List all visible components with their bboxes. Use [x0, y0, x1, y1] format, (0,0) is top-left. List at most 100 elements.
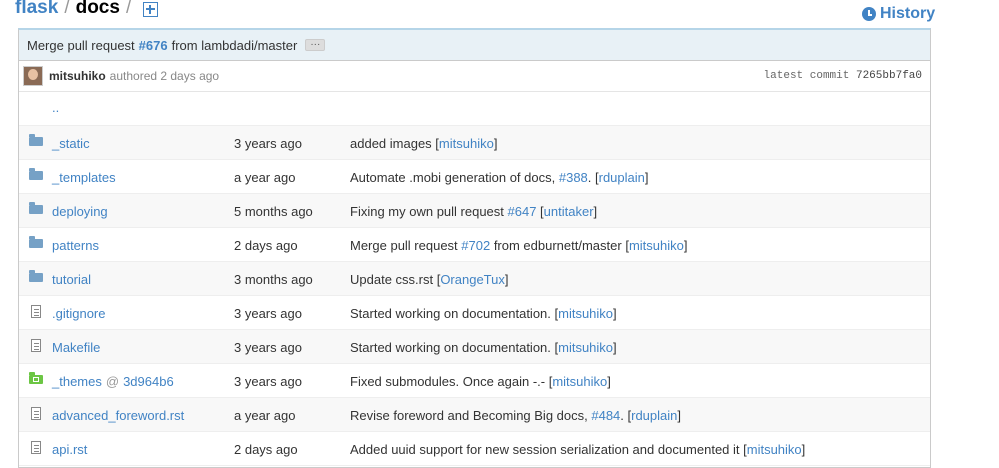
- commit-message-text: ]: [683, 238, 688, 253]
- expand-commit-button[interactable]: ···: [305, 39, 326, 51]
- commit-message-text: from edburnett/master [: [490, 238, 629, 253]
- file-name-link[interactable]: _static: [52, 136, 90, 151]
- file-icon: [31, 305, 41, 318]
- file-name-cell: Makefile: [52, 340, 100, 355]
- new-file-icon[interactable]: [143, 1, 159, 17]
- commit-message: Update css.rst [OrangeTux]: [350, 272, 509, 287]
- author-link[interactable]: rduplain: [631, 408, 677, 423]
- file-name-cell: _static: [52, 136, 90, 151]
- author-link[interactable]: mitsuhiko: [439, 136, 494, 151]
- author-link[interactable]: untitaker: [544, 204, 594, 219]
- issue-link[interactable]: #484: [591, 408, 620, 423]
- commit-message-text: ]: [593, 204, 598, 219]
- author-link[interactable]: mitsuhiko: [629, 238, 684, 253]
- parent-directory-row[interactable]: ..: [19, 92, 930, 126]
- commit-author-link[interactable]: mitsuhiko: [49, 69, 106, 83]
- folder-icon: [29, 168, 43, 180]
- file-row[interactable]: api.rst 2 days ago Added uuid support for …: [19, 432, 930, 466]
- file-row[interactable]: _themes @3d964b6 3 years ago Fixed submodul…: [19, 364, 930, 398]
- commit-message-text: ]: [504, 272, 509, 287]
- file-age: 3 years ago: [234, 374, 302, 389]
- author-link[interactable]: mitsuhiko: [558, 306, 613, 321]
- commit-message-text: . [: [620, 408, 632, 423]
- author-link[interactable]: mitsuhiko: [552, 374, 607, 389]
- file-list: .. _static 3 years ago added images [mitsu…: [19, 92, 930, 466]
- breadcrumb: flask / docs /: [15, 0, 159, 19]
- submodule-at: @: [105, 374, 120, 389]
- topbar: flask / docs / History: [0, 0, 999, 26]
- commit-message-text: ]: [801, 442, 806, 457]
- file-name-link[interactable]: patterns: [52, 238, 99, 253]
- author-link[interactable]: mitsuhiko: [558, 340, 613, 355]
- issue-link[interactable]: #647: [508, 204, 537, 219]
- file-row[interactable]: .gitignore 3 years ago Started working on …: [19, 296, 930, 330]
- commit-message: Started working on documentation. [mitsu…: [350, 306, 617, 321]
- latest-commit-label: latest commit: [763, 70, 850, 82]
- breadcrumb-repo-link[interactable]: flask: [15, 0, 58, 19]
- history-label: History: [880, 5, 936, 22]
- file-name-link[interactable]: .gitignore: [52, 306, 105, 321]
- commit-message: Revise foreword and Becoming Big docs, #…: [350, 408, 681, 423]
- history-button[interactable]: History: [862, 5, 935, 23]
- file-name-link[interactable]: tutorial: [52, 272, 91, 287]
- commit-message-text: [: [536, 204, 544, 219]
- commit-sha-link[interactable]: 7265bb7fa0: [856, 70, 922, 82]
- commit-message-text: Merge pull request: [350, 238, 462, 253]
- file-row[interactable]: patterns 2 days ago Merge pull request #70…: [19, 228, 930, 262]
- commit-message-text: Revise foreword and Becoming Big docs,: [350, 408, 592, 423]
- file-name-cell: advanced_foreword.rst: [52, 408, 184, 423]
- submodule-icon: [29, 372, 43, 384]
- file-name-cell: patterns: [52, 238, 99, 253]
- commit-message: Fixing my own pull request #647 [untitak…: [350, 204, 597, 219]
- commit-message: Automate .mobi generation of docs, #388.…: [350, 170, 649, 185]
- file-row[interactable]: _static 3 years ago added images [mitsuhik…: [19, 126, 930, 160]
- file-name-link[interactable]: deploying: [52, 204, 108, 219]
- file-name-link[interactable]: advanced_foreword.rst: [52, 408, 184, 423]
- file-age: 3 years ago: [234, 340, 302, 355]
- commit-message-text: Added uuid support for new session seria…: [350, 442, 747, 457]
- breadcrumb-current: docs: [75, 0, 120, 18]
- file-name-link[interactable]: _themes: [52, 374, 102, 389]
- issue-link[interactable]: #702: [461, 238, 490, 253]
- file-name-link[interactable]: Makefile: [52, 340, 100, 355]
- commit-message-text: . [: [587, 170, 599, 185]
- commit-message-text: Fixing my own pull request: [350, 204, 508, 219]
- commit-message-suffix: from lambdadi/master: [171, 37, 298, 53]
- file-age: 3 years ago: [234, 306, 302, 321]
- file-browser: Merge pull request #676 from lambdadi/ma…: [18, 28, 931, 468]
- file-name-cell: api.rst: [52, 442, 87, 457]
- submodule-ref-link[interactable]: 3d964b6: [123, 374, 174, 389]
- parent-directory-link[interactable]: ..: [52, 100, 59, 115]
- file-row[interactable]: advanced_foreword.rst a year ago Revise fo…: [19, 398, 930, 432]
- file-name-cell: .gitignore: [52, 306, 105, 321]
- author-link[interactable]: rduplain: [599, 170, 645, 185]
- file-age: 3 years ago: [234, 136, 302, 151]
- author-link[interactable]: OrangeTux: [440, 272, 505, 287]
- commit-message-prefix: Merge pull request: [27, 37, 135, 53]
- file-row[interactable]: Makefile 3 years ago Started working on do…: [19, 330, 930, 364]
- file-icon: [31, 441, 41, 454]
- commit-message-text: ]: [613, 306, 617, 321]
- commit-message: Started working on documentation. [mitsu…: [350, 340, 617, 355]
- commit-pr-link[interactable]: #676: [139, 38, 168, 53]
- author-link[interactable]: mitsuhiko: [747, 442, 802, 457]
- avatar[interactable]: [23, 66, 43, 86]
- commit-meta: mitsuhiko authored 2 days ago latest com…: [19, 61, 930, 92]
- breadcrumb-separator: /: [125, 0, 132, 18]
- commit-message-text: Automate .mobi generation of docs,: [350, 170, 559, 185]
- file-name-link[interactable]: api.rst: [52, 442, 87, 457]
- file-row[interactable]: deploying 5 months ago Fixing my own pull …: [19, 194, 930, 228]
- commit-message-text: added images [: [350, 136, 439, 151]
- file-age: 3 months ago: [234, 272, 313, 287]
- file-icon: [31, 339, 41, 352]
- folder-icon: [29, 270, 43, 282]
- file-name-link[interactable]: _templates: [52, 170, 116, 185]
- file-name-cell: _templates: [52, 170, 116, 185]
- commit-message-text: Fixed submodules. Once again -.- [: [350, 374, 553, 389]
- commit-time: authored 2 days ago: [109, 69, 220, 83]
- file-row[interactable]: tutorial 3 months ago Update css.rst [Oran…: [19, 262, 930, 296]
- file-icon: [31, 407, 41, 420]
- file-row[interactable]: _templates a year ago Automate .mobi gener…: [19, 160, 930, 194]
- issue-link[interactable]: #388: [559, 170, 588, 185]
- commit-message-text: ]: [677, 408, 682, 423]
